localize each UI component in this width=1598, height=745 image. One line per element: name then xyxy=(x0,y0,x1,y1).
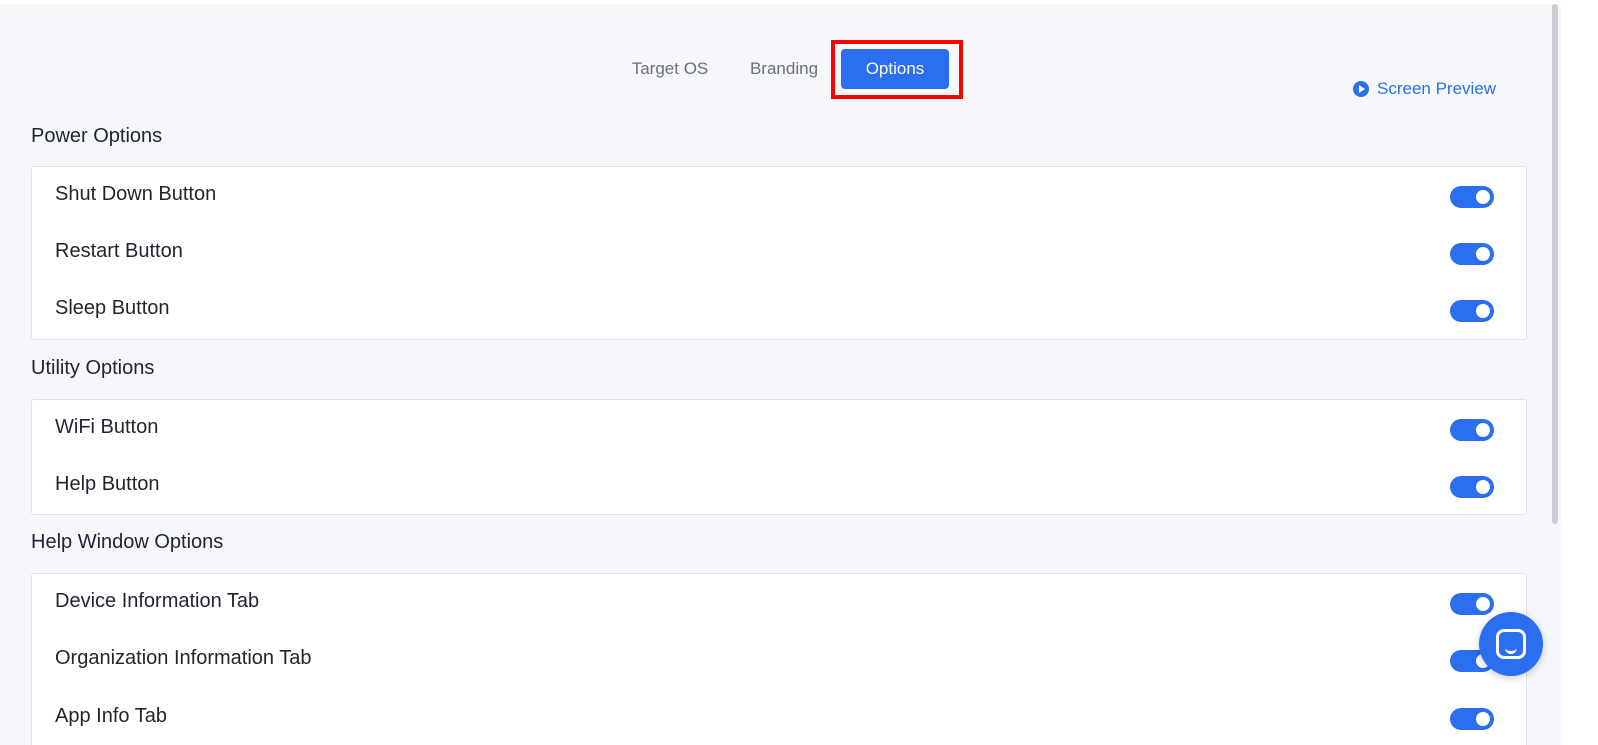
tab-bar: Target OS Branding xyxy=(0,49,1561,89)
setting-row-help: Help Button xyxy=(32,457,1526,514)
sleep-toggle[interactable] xyxy=(1450,300,1494,322)
setting-label: Organization Information Tab xyxy=(55,647,312,669)
utility-options-card: WiFi Button Help Button xyxy=(31,399,1527,515)
options-page: Target OS Branding Options Screen Previe… xyxy=(0,4,1561,745)
restart-toggle[interactable] xyxy=(1450,243,1494,265)
help-window-options-card: Device Information Tab Organization Info… xyxy=(31,573,1527,745)
setting-label: Restart Button xyxy=(55,240,183,262)
setting-row-app-info: App Info Tab xyxy=(32,689,1526,745)
help-toggle[interactable] xyxy=(1450,476,1494,498)
screen-preview-label: Screen Preview xyxy=(1377,79,1497,98)
screen-preview-link[interactable]: Screen Preview xyxy=(1353,77,1496,101)
play-circle-icon xyxy=(1353,81,1369,97)
setting-row-shut-down: Shut Down Button xyxy=(32,167,1526,224)
utility-options-title: Utility Options xyxy=(31,357,155,379)
setting-row-wifi: WiFi Button xyxy=(32,400,1526,457)
options-tab-highlight: Options xyxy=(831,40,963,99)
tab-options[interactable]: Options xyxy=(841,49,949,89)
power-options-title: Power Options xyxy=(31,125,163,147)
device-information-toggle[interactable] xyxy=(1450,593,1494,615)
power-options-card: Shut Down Button Restart Button Sleep Bu… xyxy=(31,166,1527,340)
chat-icon xyxy=(1496,629,1526,659)
setting-row-sleep: Sleep Button xyxy=(32,281,1526,338)
setting-label: WiFi Button xyxy=(55,416,159,438)
shut-down-toggle[interactable] xyxy=(1450,186,1494,208)
tab-branding[interactable]: Branding xyxy=(744,49,824,89)
chat-button[interactable] xyxy=(1479,612,1543,676)
tab-target-os[interactable]: Target OS xyxy=(628,49,712,89)
setting-label: App Info Tab xyxy=(55,705,167,727)
setting-row-device-information: Device Information Tab xyxy=(32,574,1526,631)
setting-label: Shut Down Button xyxy=(55,183,217,205)
setting-row-restart: Restart Button xyxy=(32,224,1526,281)
app-info-toggle[interactable] xyxy=(1450,708,1494,730)
setting-label: Help Button xyxy=(55,473,160,495)
setting-label: Device Information Tab xyxy=(55,590,260,612)
setting-row-organization-information: Organization Information Tab xyxy=(32,631,1526,688)
wifi-toggle[interactable] xyxy=(1450,419,1494,441)
help-window-options-title: Help Window Options xyxy=(31,531,224,553)
setting-label: Sleep Button xyxy=(55,297,170,319)
